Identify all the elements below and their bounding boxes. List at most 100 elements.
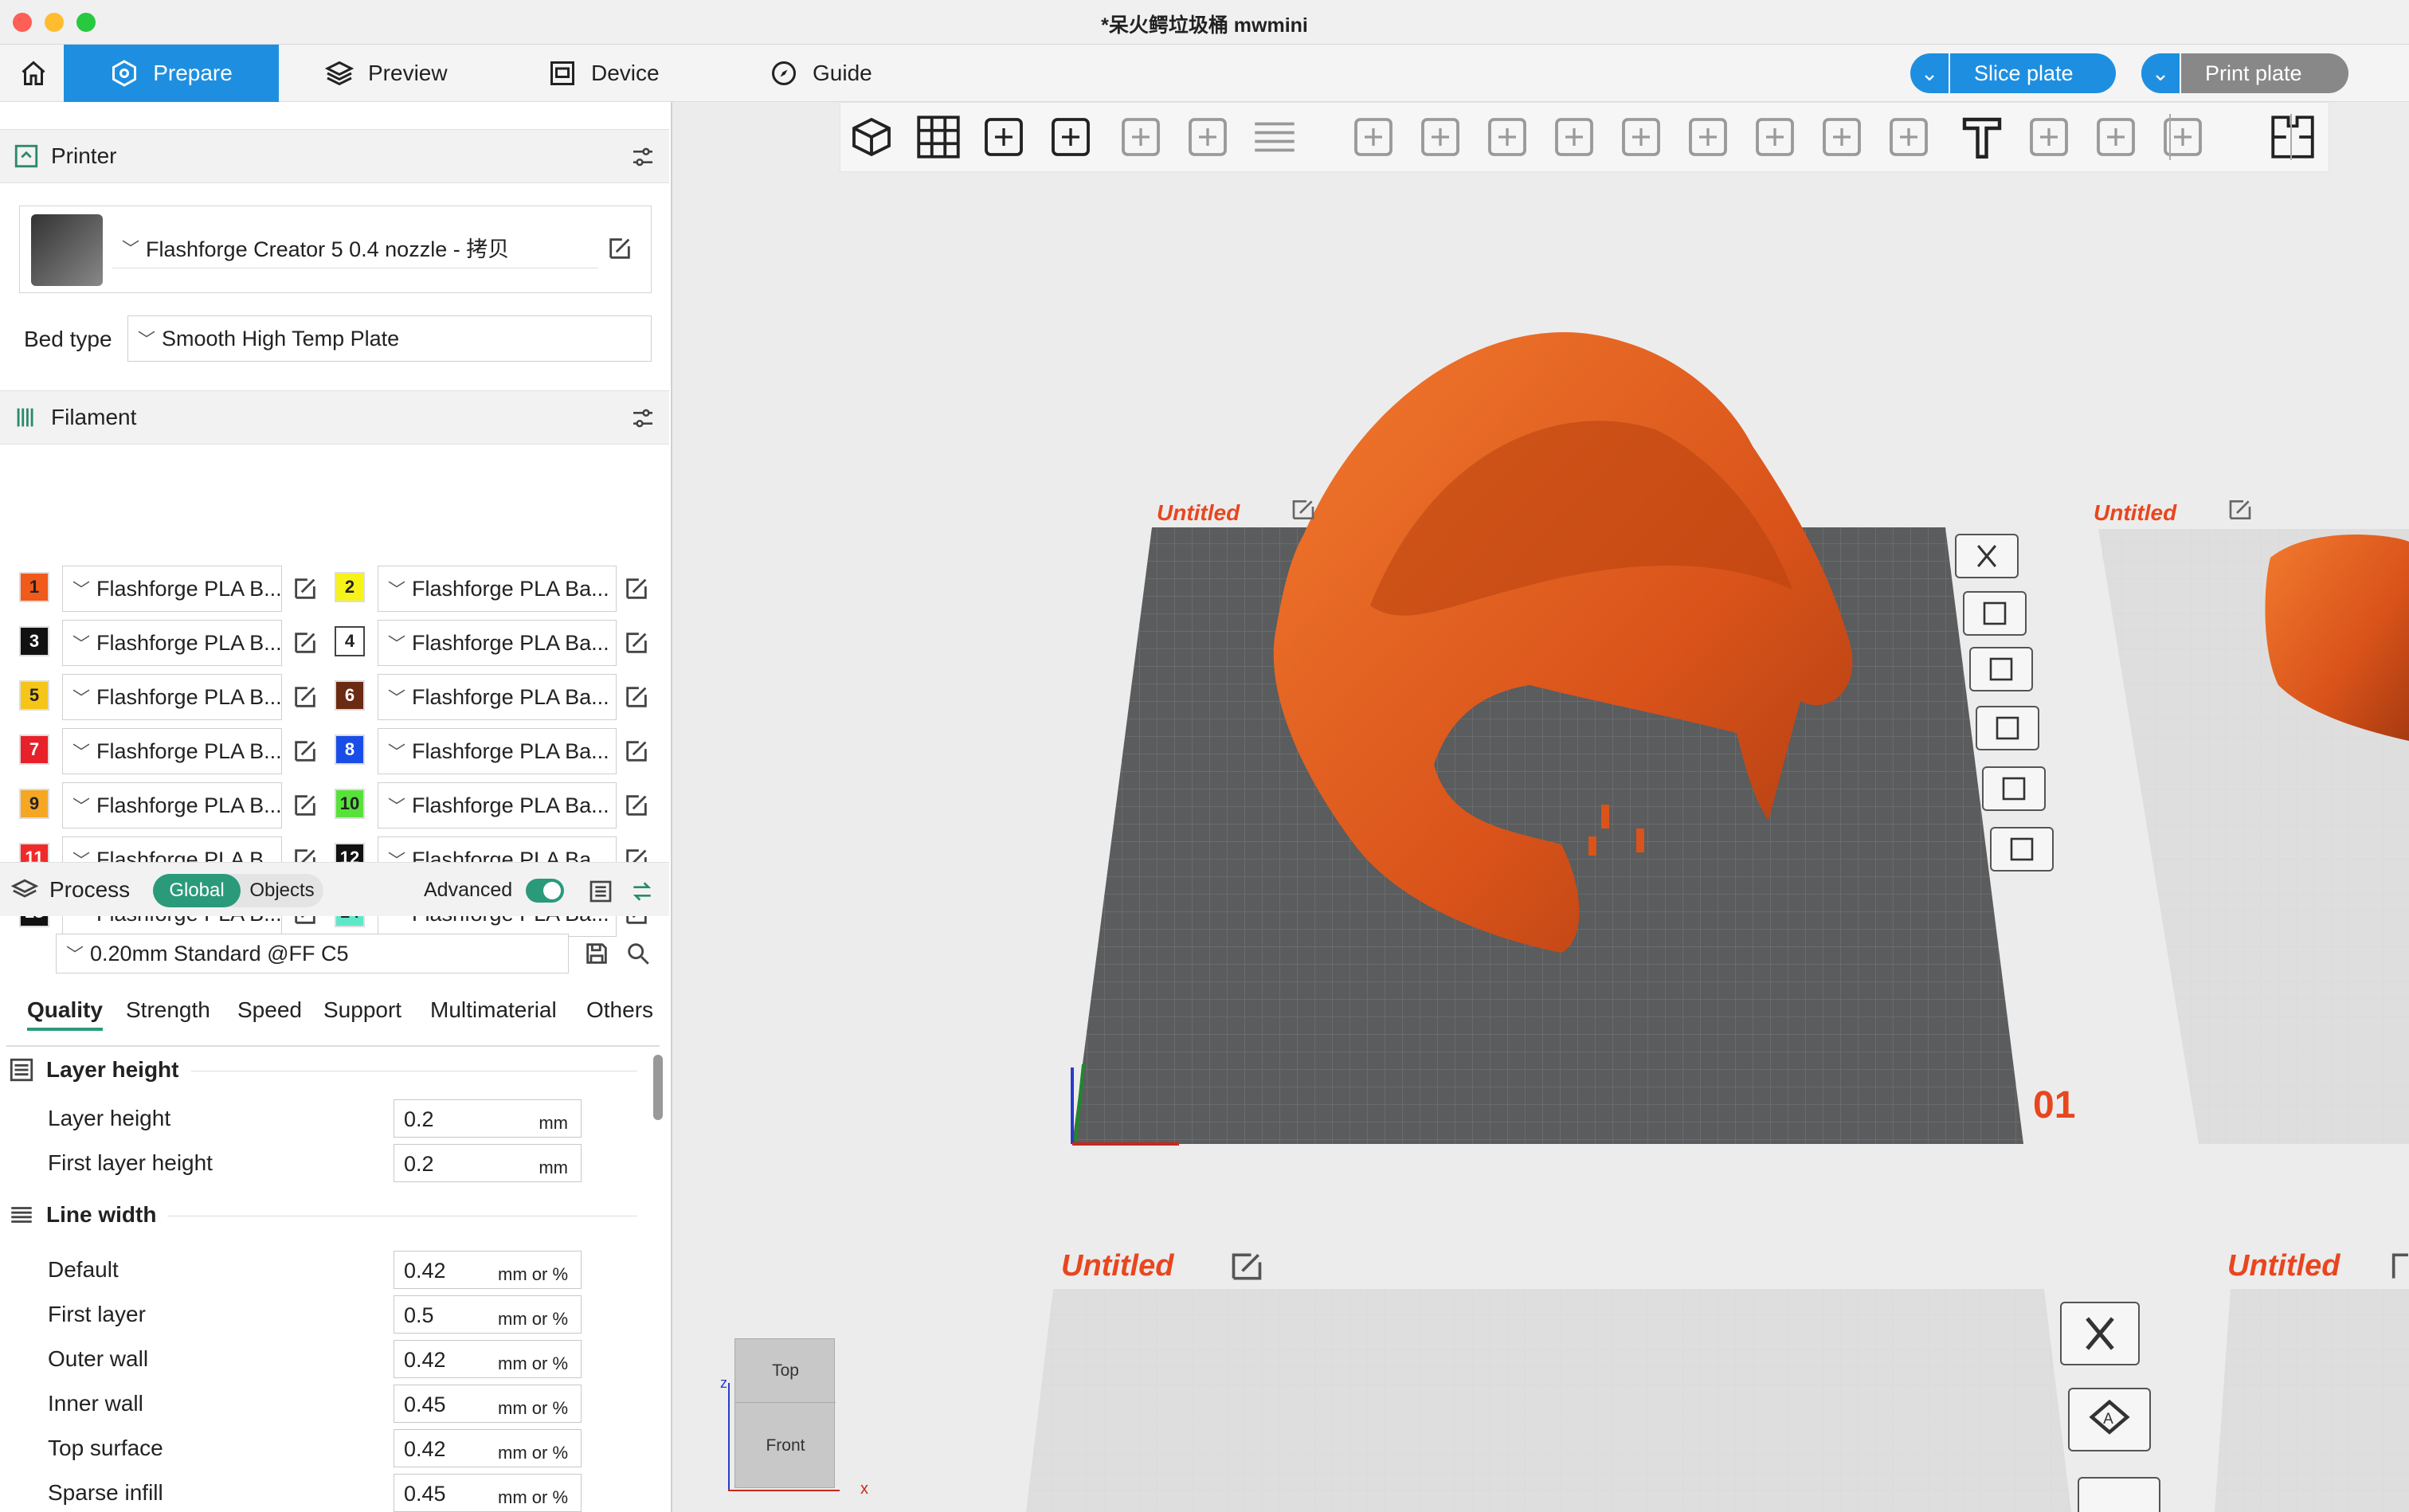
filament-slot-number[interactable]: 4 bbox=[335, 626, 365, 656]
filament-select[interactable]: ﹀ Flashforge PLA Ba... bbox=[378, 674, 617, 720]
filament-slot-number[interactable]: 10 bbox=[335, 789, 365, 819]
close-button[interactable] bbox=[1955, 534, 2019, 578]
edit-filament-icon[interactable] bbox=[623, 738, 650, 765]
view-cube-top[interactable]: Top bbox=[735, 1339, 836, 1403]
edit-filament-icon[interactable] bbox=[623, 684, 650, 711]
text-icon[interactable] bbox=[1956, 111, 2008, 163]
line-width-input[interactable]: 0.42 mm or % bbox=[394, 1429, 582, 1467]
edit-filament-icon[interactable] bbox=[623, 575, 650, 602]
rotate-icon[interactable] bbox=[1414, 111, 1467, 163]
line-width-input[interactable]: 0.45 mm or % bbox=[394, 1385, 582, 1423]
tab-prepare[interactable]: Prepare bbox=[64, 45, 279, 102]
edit-plate-name-icon[interactable] bbox=[2390, 1249, 2409, 1284]
line-width-input[interactable]: 0.5 mm or % bbox=[394, 1295, 582, 1334]
split-parts-icon[interactable] bbox=[1181, 111, 1234, 163]
filament-select[interactable]: ﹀Flashforge PLA B... bbox=[62, 782, 282, 828]
toggle-objects[interactable]: Objects bbox=[242, 874, 322, 907]
arrange-button[interactable] bbox=[1969, 647, 2033, 691]
line-width-input[interactable]: 0.42 mm or % bbox=[394, 1340, 582, 1378]
filament-select[interactable]: ﹀Flashforge PLA B... bbox=[62, 566, 282, 612]
tab-quality[interactable]: Quality bbox=[27, 997, 103, 1031]
printer-settings-icon[interactable] bbox=[629, 144, 656, 170]
plate-settings-button[interactable] bbox=[1982, 766, 2046, 811]
boolean-icon[interactable] bbox=[1682, 111, 1734, 163]
filament-slot-number[interactable]: 3 bbox=[19, 626, 49, 656]
filament-slot-number[interactable]: 8 bbox=[335, 734, 365, 765]
edit-plate-name-icon[interactable] bbox=[1227, 1249, 1267, 1284]
filament-slot-number[interactable]: 7 bbox=[19, 734, 49, 765]
orient-plate-button[interactable]: A bbox=[2068, 1388, 2151, 1451]
slice-dropdown-chevron-icon[interactable]: ⌄ bbox=[1910, 53, 1950, 93]
toggle-global[interactable]: Global bbox=[153, 874, 241, 907]
tab-multimaterial[interactable]: Multimaterial bbox=[430, 997, 557, 1023]
lay-on-face-icon[interactable] bbox=[1548, 111, 1600, 163]
3d-viewport[interactable]: Untitled Untitled Untitled Untitled 01 A… bbox=[674, 102, 2409, 1512]
edit-filament-icon[interactable] bbox=[292, 684, 319, 711]
slice-plate-button[interactable]: ⌄ Slice plate bbox=[1910, 53, 2116, 93]
seam-paint-icon[interactable] bbox=[1816, 111, 1868, 163]
filament-slot-number[interactable]: 5 bbox=[19, 680, 49, 711]
move-icon[interactable] bbox=[1347, 111, 1400, 163]
edit-plate-name-icon[interactable] bbox=[2226, 497, 2254, 523]
arrange-grid-icon[interactable] bbox=[912, 111, 965, 163]
global-objects-toggle[interactable]: Global Objects bbox=[153, 874, 323, 907]
tab-preview[interactable]: Preview bbox=[325, 45, 448, 102]
tab-support[interactable]: Support bbox=[323, 997, 402, 1023]
save-preset-icon[interactable] bbox=[583, 940, 610, 967]
home-button[interactable] bbox=[11, 45, 56, 102]
layer-height-input[interactable]: 0.2 mm bbox=[394, 1099, 582, 1138]
filament-select[interactable]: ﹀Flashforge PLA B... bbox=[62, 674, 282, 720]
line-width-input[interactable]: 0.42 mm or % bbox=[394, 1251, 582, 1289]
advanced-toggle[interactable] bbox=[526, 879, 564, 903]
filament-slot-number[interactable]: 2 bbox=[335, 572, 365, 602]
filament-settings-icon[interactable] bbox=[629, 405, 656, 431]
filament-select[interactable]: ﹀Flashforge PLA B... bbox=[62, 620, 282, 666]
move-top-button[interactable] bbox=[1990, 827, 2054, 872]
first-layer-height-input[interactable]: 0.2 mm bbox=[394, 1144, 582, 1182]
add-cube-icon[interactable] bbox=[845, 111, 898, 163]
view-cube[interactable]: Top Front bbox=[734, 1338, 836, 1489]
list-view-icon[interactable] bbox=[588, 879, 613, 904]
filament-select[interactable]: ﹀ Flashforge PLA Ba... bbox=[378, 620, 617, 666]
assembly-icon[interactable] bbox=[2090, 111, 2142, 163]
scrollbar-thumb[interactable] bbox=[653, 1055, 663, 1120]
edit-filament-icon[interactable] bbox=[292, 575, 319, 602]
edit-filament-icon[interactable] bbox=[623, 792, 650, 819]
filament-select[interactable]: ﹀ Flashforge PLA Ba... bbox=[378, 782, 617, 828]
filament-slot-number[interactable]: 6 bbox=[335, 680, 365, 711]
filament-slot-number[interactable]: 9 bbox=[19, 789, 49, 819]
auto-orient-button[interactable] bbox=[1963, 591, 2027, 636]
bed-type-select[interactable]: ﹀ Smooth High Temp Plate bbox=[127, 315, 652, 362]
support-paint-icon[interactable] bbox=[1749, 111, 1801, 163]
edit-filament-icon[interactable] bbox=[292, 738, 319, 765]
measure-icon[interactable] bbox=[2023, 111, 2075, 163]
tab-speed[interactable]: Speed bbox=[237, 997, 302, 1023]
auto-orient-icon[interactable] bbox=[977, 111, 1030, 163]
edit-plate-name-icon[interactable] bbox=[1289, 497, 1318, 523]
search-icon[interactable] bbox=[625, 940, 652, 967]
fuzzy-skin-icon[interactable] bbox=[2156, 111, 2209, 163]
cut-icon[interactable] bbox=[1615, 111, 1667, 163]
variable-height-icon[interactable] bbox=[1882, 111, 1935, 163]
arrange-plate-button[interactable] bbox=[2078, 1477, 2160, 1512]
edit-filament-icon[interactable] bbox=[623, 629, 650, 656]
compare-presets-icon[interactable] bbox=[629, 879, 655, 904]
tab-device[interactable]: Device bbox=[548, 45, 660, 102]
filament-slot-number[interactable]: 1 bbox=[19, 572, 49, 602]
layers-list-icon[interactable] bbox=[1248, 111, 1301, 163]
scale-icon[interactable] bbox=[1481, 111, 1534, 163]
tab-guide[interactable]: Guide bbox=[770, 45, 872, 102]
delete-plate-button[interactable] bbox=[2060, 1302, 2140, 1365]
lock-button[interactable] bbox=[1976, 706, 2039, 750]
view-cube-front[interactable]: Front bbox=[735, 1403, 836, 1489]
filament-select[interactable]: ﹀Flashforge PLA B... bbox=[62, 728, 282, 774]
filament-select[interactable]: ﹀ Flashforge PLA Ba... bbox=[378, 728, 617, 774]
print-dropdown-chevron-icon[interactable]: ⌄ bbox=[2141, 53, 2181, 93]
edit-filament-icon[interactable] bbox=[292, 792, 319, 819]
split-objects-icon[interactable] bbox=[1114, 111, 1167, 163]
puzzle-icon[interactable] bbox=[2266, 111, 2319, 163]
tab-strength[interactable]: Strength bbox=[126, 997, 210, 1023]
printer-select[interactable]: ﹀ Flashforge Creator 5 0.4 nozzle - 拷贝 bbox=[112, 227, 598, 268]
edit-printer-icon[interactable] bbox=[606, 235, 633, 262]
filament-select[interactable]: ﹀ Flashforge PLA Ba... bbox=[378, 566, 617, 612]
